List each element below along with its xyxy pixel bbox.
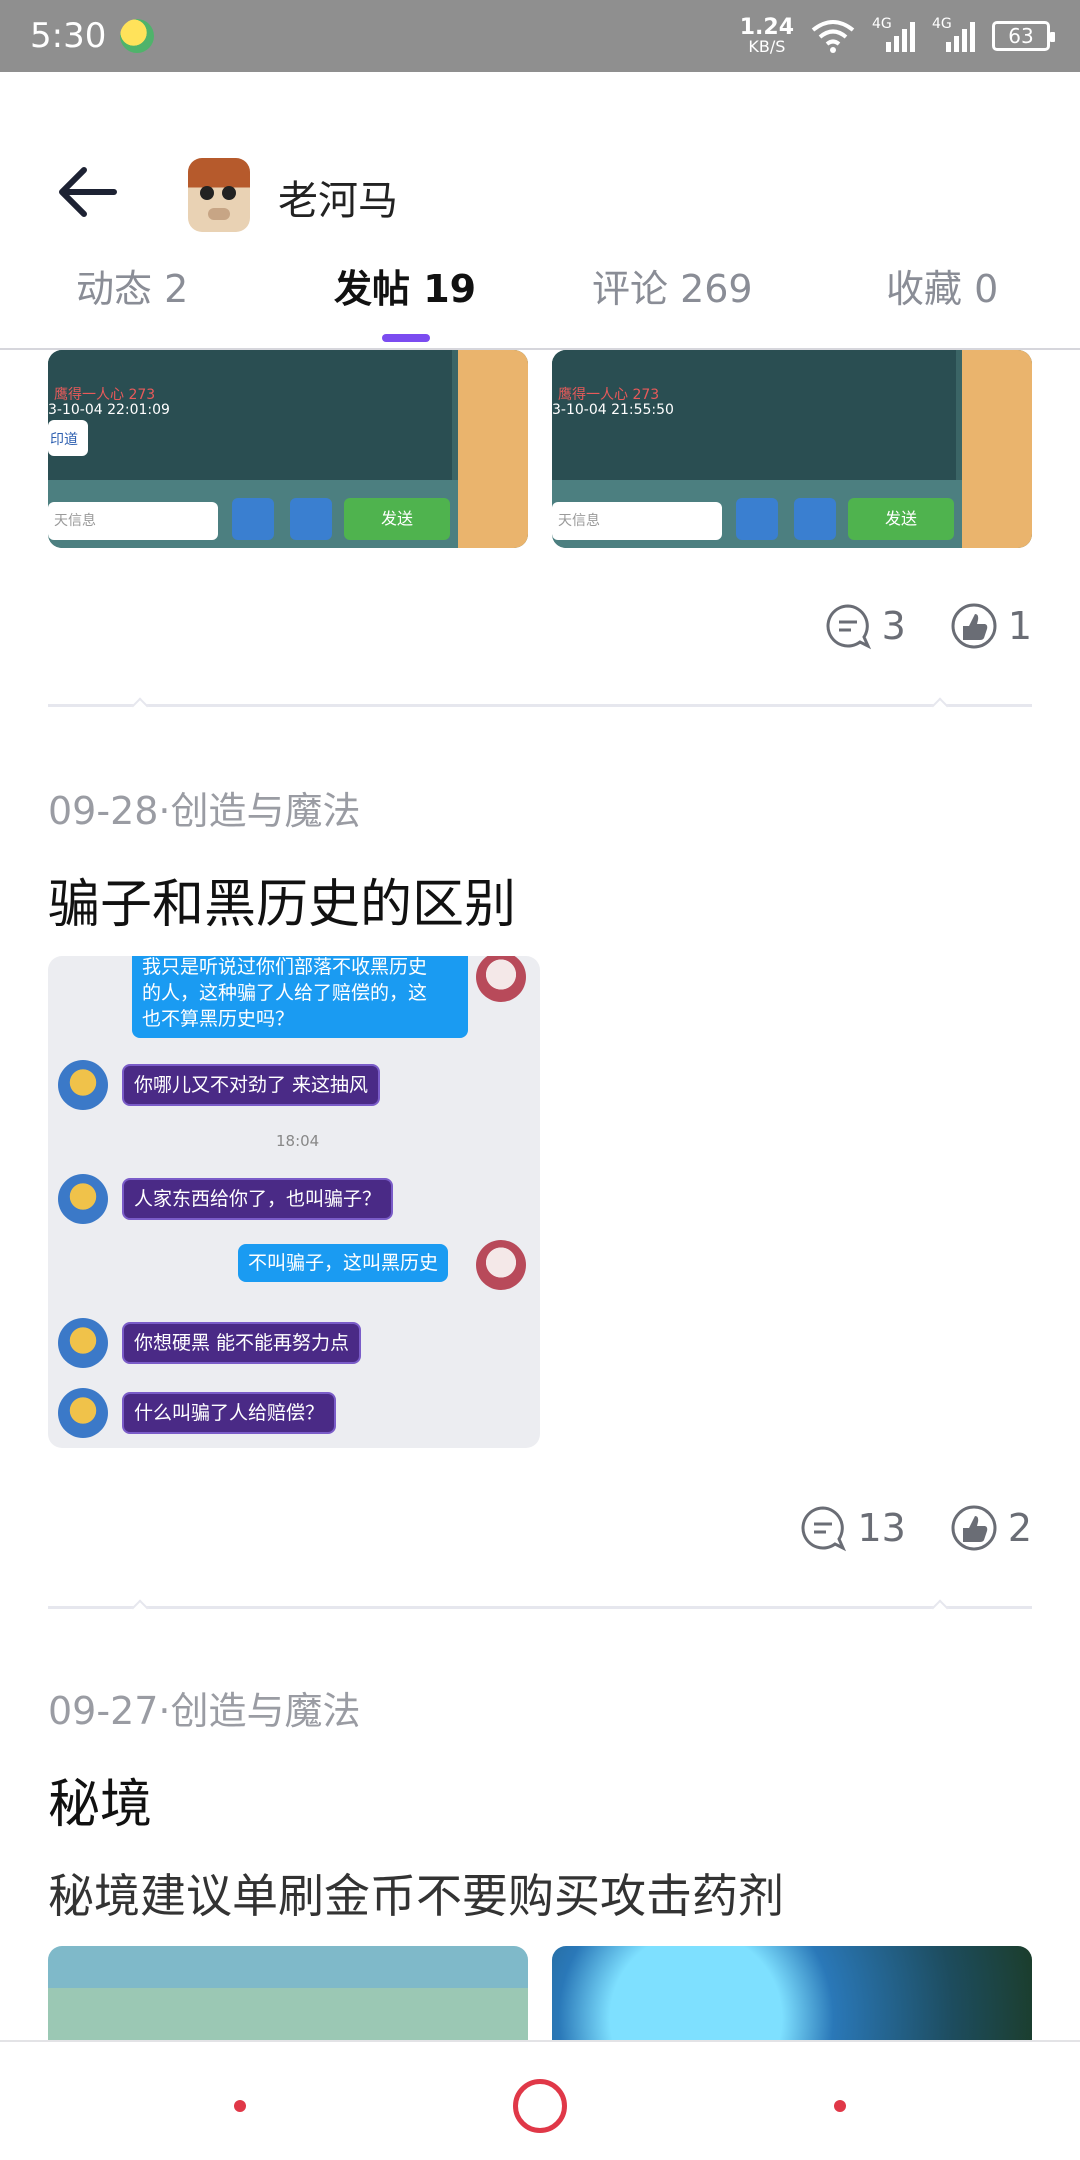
game-location-text: 鹰得一人心 273 <box>54 387 156 403</box>
tab-posts[interactable]: 发帖 19 <box>334 258 476 313</box>
battery-icon: 63 <box>992 21 1055 51</box>
post-feed: 鹰得一人心 273 3-10-04 22:01:09 印道 天信息 发送 鹰得一… <box>0 350 1080 2040</box>
chat-bubble-them: 什么叫骗了人给赔偿？ <box>122 1392 337 1434</box>
emoji-icon <box>736 498 778 540</box>
post-divider <box>48 1606 1032 1609</box>
status-bar: 5:30 1.24 KB/S 4G 4G 63 <box>0 0 1080 72</box>
status-time: 5:30 <box>30 16 107 56</box>
thumbs-up-icon <box>951 603 997 649</box>
comment-icon <box>801 1506 847 1552</box>
nav-back-button[interactable] <box>834 2100 846 2112</box>
system-nav-bar <box>0 2040 1080 2160</box>
chat-time: 18:04 <box>276 1132 320 1150</box>
post-image[interactable] <box>48 1946 528 2040</box>
post-stats: 13 2 <box>799 1504 1032 1552</box>
comment-count[interactable]: 3 <box>824 602 906 650</box>
thumbs-up-icon <box>951 1505 997 1551</box>
chat-avatar-me <box>476 1240 526 1290</box>
network-speed-unit: KB/S <box>748 37 786 56</box>
comment-icon <box>826 604 871 650</box>
active-tab-indicator <box>382 334 430 342</box>
emoji-icon <box>232 498 274 540</box>
username[interactable]: 老河马 <box>278 168 398 226</box>
chat-avatar-me <box>476 956 526 1002</box>
post-meta: 09-28·创造与魔法 <box>48 789 361 833</box>
game-side-panel <box>962 350 1032 548</box>
back-arrow-icon[interactable] <box>54 162 120 222</box>
signal-2: 4G <box>932 16 976 54</box>
game-chat-input: 天信息 <box>552 502 722 540</box>
chat-bubble-me: 我只是听说过你们部落不收黑历史 的人，这种骗了人给了赔偿的，这 也不算黑历史吗？ <box>132 956 468 1038</box>
game-send-button: 发送 <box>344 498 450 540</box>
chat-bubble-icon <box>290 498 332 540</box>
chat-bubble-icon <box>794 498 836 540</box>
post-stats: 3 1 <box>824 602 1032 650</box>
profile-tabs: 动态 2 发帖 19 评论 269 收藏 0 <box>0 258 1080 338</box>
nav-menu-button[interactable] <box>234 2100 246 2112</box>
chat-bubble-them: 人家东西给你了，也叫骗子？ <box>122 1178 394 1220</box>
game-chat-input: 天信息 <box>48 502 218 540</box>
post-divider <box>48 704 1032 707</box>
chat-bubble-them: 你想硬黑 能不能再努力点 <box>122 1322 362 1364</box>
post-meta: 09-27·创造与魔法 <box>48 1689 361 1733</box>
like-count[interactable]: 2 <box>950 1504 1032 1552</box>
status-right: 1.24 KB/S 4G 4G 63 <box>740 16 1055 55</box>
chat-bubble-me: 不叫骗子，这叫黑历史 <box>238 1244 449 1282</box>
post-image[interactable] <box>552 1946 1032 2040</box>
network-speed: 1.24 KB/S <box>740 17 794 55</box>
post-title[interactable]: 秘境 <box>48 1762 152 1837</box>
network-speed-value: 1.24 <box>739 15 794 40</box>
game-datetime-text: 3-10-04 22:01:09 <box>48 402 170 418</box>
like-count[interactable]: 1 <box>950 602 1032 650</box>
profile-posts-page: 5:30 1.24 KB/S 4G 4G 63 老河马 动态 2 发帖 19 评… <box>0 0 1080 2160</box>
game-datetime-text: 3-10-04 21:55:50 <box>552 402 674 418</box>
chat-bubble-them: 你哪儿又不对劲了 来这抽风 <box>122 1064 381 1106</box>
game-location-text: 鹰得一人心 273 <box>558 387 660 403</box>
post-body[interactable]: 秘境建议单刷金币不要购买攻击药剂 <box>48 1860 784 1926</box>
like-count-value: 1 <box>1007 604 1032 648</box>
wifi-icon <box>811 20 855 53</box>
app-notification-icon <box>120 19 155 53</box>
post-image-chat[interactable]: 我只是听说过你们部落不收黑历史 的人，这种骗了人给了赔偿的，这 也不算黑历史吗？… <box>48 956 540 1448</box>
tab-dynamics[interactable]: 动态 2 <box>76 258 188 313</box>
game-side-panel <box>458 350 528 548</box>
battery-level: 63 <box>1008 24 1034 48</box>
signal-bars-icon <box>886 22 915 52</box>
game-chip: 印道 <box>48 420 88 456</box>
nav-home-button[interactable] <box>513 2079 567 2133</box>
chat-avatar-them <box>58 1388 108 1438</box>
signal-1: 4G <box>872 16 916 54</box>
post-title[interactable]: 骗子和黑历史的区别 <box>48 862 516 937</box>
tab-comments[interactable]: 评论 269 <box>592 258 753 313</box>
comment-count[interactable]: 13 <box>799 1504 906 1552</box>
signal-bars-icon <box>946 22 975 52</box>
post-image[interactable]: 鹰得一人心 273 3-10-04 22:01:09 印道 天信息 发送 <box>48 350 528 548</box>
chat-avatar-them <box>58 1318 108 1368</box>
post-image[interactable]: 鹰得一人心 273 3-10-04 21:55:50 天信息 发送 <box>552 350 1032 548</box>
user-avatar[interactable] <box>188 158 250 232</box>
chat-avatar-them <box>58 1060 108 1110</box>
game-send-button: 发送 <box>848 498 954 540</box>
tab-favorites[interactable]: 收藏 0 <box>886 258 998 313</box>
comment-count-value: 3 <box>881 604 906 648</box>
chat-avatar-them <box>58 1174 108 1224</box>
like-count-value: 2 <box>1007 1506 1032 1550</box>
comment-count-value: 13 <box>857 1506 906 1550</box>
profile-header: 老河马 动态 2 发帖 19 评论 269 收藏 0 <box>0 72 1080 350</box>
